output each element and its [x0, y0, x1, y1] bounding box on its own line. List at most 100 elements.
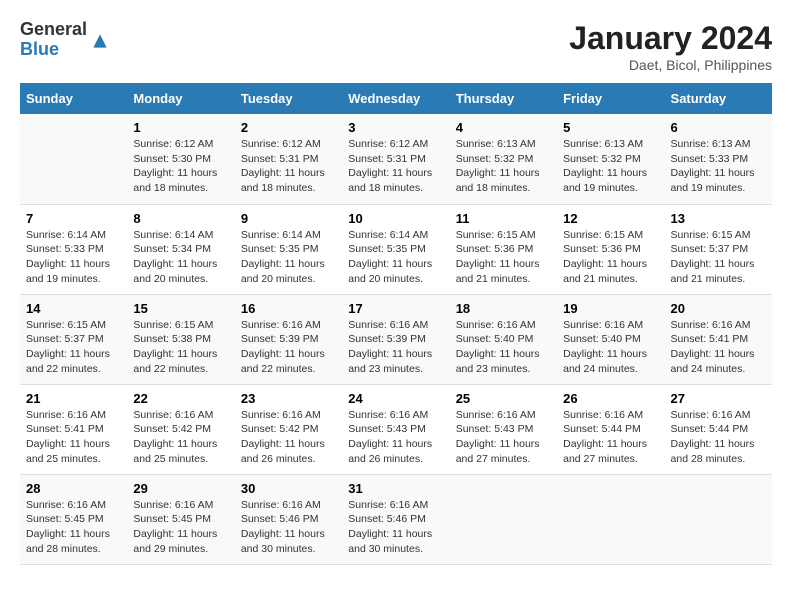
cell-w3-d6: 27 Sunrise: 6:16 AM Sunset: 5:44 PM Dayli… [665, 384, 772, 474]
cell-w0-d1: 1 Sunrise: 6:12 AM Sunset: 5:30 PM Daylig… [127, 114, 234, 204]
cell-info: Sunrise: 6:16 AM Sunset: 5:45 PM Dayligh… [133, 498, 228, 557]
week-row-1: 1 Sunrise: 6:12 AM Sunset: 5:30 PM Daylig… [20, 114, 772, 204]
cell-info: Sunrise: 6:14 AM Sunset: 5:35 PM Dayligh… [348, 228, 443, 287]
week-row-5: 28 Sunrise: 6:16 AM Sunset: 5:45 PM Dayli… [20, 474, 772, 564]
cell-w2-d5: 19 Sunrise: 6:16 AM Sunset: 5:40 PM Dayli… [557, 294, 664, 384]
cell-w1-d5: 12 Sunrise: 6:15 AM Sunset: 5:36 PM Dayli… [557, 204, 664, 294]
day-number: 15 [133, 301, 228, 316]
cell-w2-d2: 16 Sunrise: 6:16 AM Sunset: 5:39 PM Dayli… [235, 294, 342, 384]
header-day-friday: Friday [557, 83, 664, 114]
cell-info: Sunrise: 6:16 AM Sunset: 5:43 PM Dayligh… [348, 408, 443, 467]
cell-w3-d1: 22 Sunrise: 6:16 AM Sunset: 5:42 PM Dayli… [127, 384, 234, 474]
cell-w0-d4: 4 Sunrise: 6:13 AM Sunset: 5:32 PM Daylig… [450, 114, 557, 204]
title-block: January 2024 Daet, Bicol, Philippines [569, 20, 772, 73]
cell-w2-d1: 15Sunrise: 6:15 AM Sunset: 5:38 PM Dayli… [127, 294, 234, 384]
cell-info: Sunrise: 6:16 AM Sunset: 5:44 PM Dayligh… [671, 408, 766, 467]
cell-w3-d5: 26 Sunrise: 6:16 AM Sunset: 5:44 PM Dayli… [557, 384, 664, 474]
cell-w4-d3: 31 Sunrise: 6:16 AM Sunset: 5:46 PM Dayli… [342, 474, 449, 564]
header-day-saturday: Saturday [665, 83, 772, 114]
logo: General Blue [20, 20, 110, 60]
cell-info: Sunrise: 6:13 AM Sunset: 5:32 PM Dayligh… [456, 137, 551, 196]
day-number: 22 [133, 391, 228, 406]
cell-w2-d0: 14Sunrise: 6:15 AM Sunset: 5:37 PM Dayli… [20, 294, 127, 384]
cell-info: Sunrise: 6:16 AM Sunset: 5:43 PM Dayligh… [456, 408, 551, 467]
cell-w4-d0: 28Sunrise: 6:16 AM Sunset: 5:45 PM Dayli… [20, 474, 127, 564]
header-day-thursday: Thursday [450, 83, 557, 114]
cell-w2-d6: 20Sunrise: 6:16 AM Sunset: 5:41 PM Dayli… [665, 294, 772, 384]
day-number: 19 [563, 301, 658, 316]
cell-w1-d4: 11 Sunrise: 6:15 AM Sunset: 5:36 PM Dayli… [450, 204, 557, 294]
header-row: SundayMondayTuesdayWednesdayThursdayFrid… [20, 83, 772, 114]
day-number: 4 [456, 120, 551, 135]
cell-w1-d2: 9 Sunrise: 6:14 AM Sunset: 5:35 PM Daylig… [235, 204, 342, 294]
day-number: 20 [671, 301, 766, 316]
header-day-monday: Monday [127, 83, 234, 114]
cell-info: Sunrise: 6:14 AM Sunset: 5:33 PM Dayligh… [26, 228, 121, 287]
day-number: 14 [26, 301, 121, 316]
day-number: 9 [241, 211, 336, 226]
cell-info: Sunrise: 6:16 AM Sunset: 5:44 PM Dayligh… [563, 408, 658, 467]
week-row-4: 21Sunrise: 6:16 AM Sunset: 5:41 PM Dayli… [20, 384, 772, 474]
cell-info: Sunrise: 6:14 AM Sunset: 5:34 PM Dayligh… [133, 228, 228, 287]
cell-w1-d3: 10 Sunrise: 6:14 AM Sunset: 5:35 PM Dayli… [342, 204, 449, 294]
cell-w4-d6 [665, 474, 772, 564]
day-number: 25 [456, 391, 551, 406]
cell-info: Sunrise: 6:16 AM Sunset: 5:41 PM Dayligh… [26, 408, 121, 467]
cell-w0-d2: 2 Sunrise: 6:12 AM Sunset: 5:31 PM Daylig… [235, 114, 342, 204]
cell-info: Sunrise: 6:16 AM Sunset: 5:46 PM Dayligh… [348, 498, 443, 557]
day-number: 12 [563, 211, 658, 226]
cell-info: Sunrise: 6:16 AM Sunset: 5:40 PM Dayligh… [456, 318, 551, 377]
day-number: 10 [348, 211, 443, 226]
cell-info: Sunrise: 6:16 AM Sunset: 5:40 PM Dayligh… [563, 318, 658, 377]
day-number: 26 [563, 391, 658, 406]
cell-w0-d3: 3 Sunrise: 6:12 AM Sunset: 5:31 PM Daylig… [342, 114, 449, 204]
day-number: 31 [348, 481, 443, 496]
day-number: 2 [241, 120, 336, 135]
cell-w4-d5 [557, 474, 664, 564]
calendar-subtitle: Daet, Bicol, Philippines [569, 57, 772, 73]
day-number: 24 [348, 391, 443, 406]
day-number: 13 [671, 211, 766, 226]
day-number: 30 [241, 481, 336, 496]
logo-line1: General [20, 20, 87, 40]
day-number: 8 [133, 211, 228, 226]
header-day-sunday: Sunday [20, 83, 127, 114]
calendar-title: January 2024 [569, 20, 772, 57]
day-number: 1 [133, 120, 228, 135]
cell-info: Sunrise: 6:15 AM Sunset: 5:37 PM Dayligh… [671, 228, 766, 287]
day-number: 7 [26, 211, 121, 226]
cell-info: Sunrise: 6:12 AM Sunset: 5:31 PM Dayligh… [241, 137, 336, 196]
cell-info: Sunrise: 6:16 AM Sunset: 5:42 PM Dayligh… [133, 408, 228, 467]
cell-w4-d2: 30 Sunrise: 6:16 AM Sunset: 5:46 PM Dayli… [235, 474, 342, 564]
day-number: 17 [348, 301, 443, 316]
page-header: General Blue January 2024 Daet, Bicol, P… [20, 20, 772, 73]
day-number: 28 [26, 481, 121, 496]
cell-info: Sunrise: 6:12 AM Sunset: 5:30 PM Dayligh… [133, 137, 228, 196]
cell-info: Sunrise: 6:15 AM Sunset: 5:36 PM Dayligh… [563, 228, 658, 287]
cell-info: Sunrise: 6:14 AM Sunset: 5:35 PM Dayligh… [241, 228, 336, 287]
cell-w1-d0: 7 Sunrise: 6:14 AM Sunset: 5:33 PM Daylig… [20, 204, 127, 294]
cell-w4-d1: 29 Sunrise: 6:16 AM Sunset: 5:45 PM Dayli… [127, 474, 234, 564]
day-number: 18 [456, 301, 551, 316]
week-row-3: 14Sunrise: 6:15 AM Sunset: 5:37 PM Dayli… [20, 294, 772, 384]
day-number: 11 [456, 211, 551, 226]
cell-info: Sunrise: 6:15 AM Sunset: 5:36 PM Dayligh… [456, 228, 551, 287]
header-day-tuesday: Tuesday [235, 83, 342, 114]
day-number: 3 [348, 120, 443, 135]
cell-w1-d6: 13 Sunrise: 6:15 AM Sunset: 5:37 PM Dayli… [665, 204, 772, 294]
cell-w1-d1: 8 Sunrise: 6:14 AM Sunset: 5:34 PM Daylig… [127, 204, 234, 294]
cell-w3-d3: 24 Sunrise: 6:16 AM Sunset: 5:43 PM Dayli… [342, 384, 449, 474]
cell-w3-d0: 21Sunrise: 6:16 AM Sunset: 5:41 PM Dayli… [20, 384, 127, 474]
cell-info: Sunrise: 6:16 AM Sunset: 5:39 PM Dayligh… [241, 318, 336, 377]
cell-info: Sunrise: 6:16 AM Sunset: 5:46 PM Dayligh… [241, 498, 336, 557]
day-number: 29 [133, 481, 228, 496]
day-number: 27 [671, 391, 766, 406]
cell-w4-d4 [450, 474, 557, 564]
day-number: 23 [241, 391, 336, 406]
cell-info: Sunrise: 6:12 AM Sunset: 5:31 PM Dayligh… [348, 137, 443, 196]
day-number: 16 [241, 301, 336, 316]
header-day-wednesday: Wednesday [342, 83, 449, 114]
cell-info: Sunrise: 6:16 AM Sunset: 5:39 PM Dayligh… [348, 318, 443, 377]
day-number: 5 [563, 120, 658, 135]
cell-w2-d3: 17 Sunrise: 6:16 AM Sunset: 5:39 PM Dayli… [342, 294, 449, 384]
